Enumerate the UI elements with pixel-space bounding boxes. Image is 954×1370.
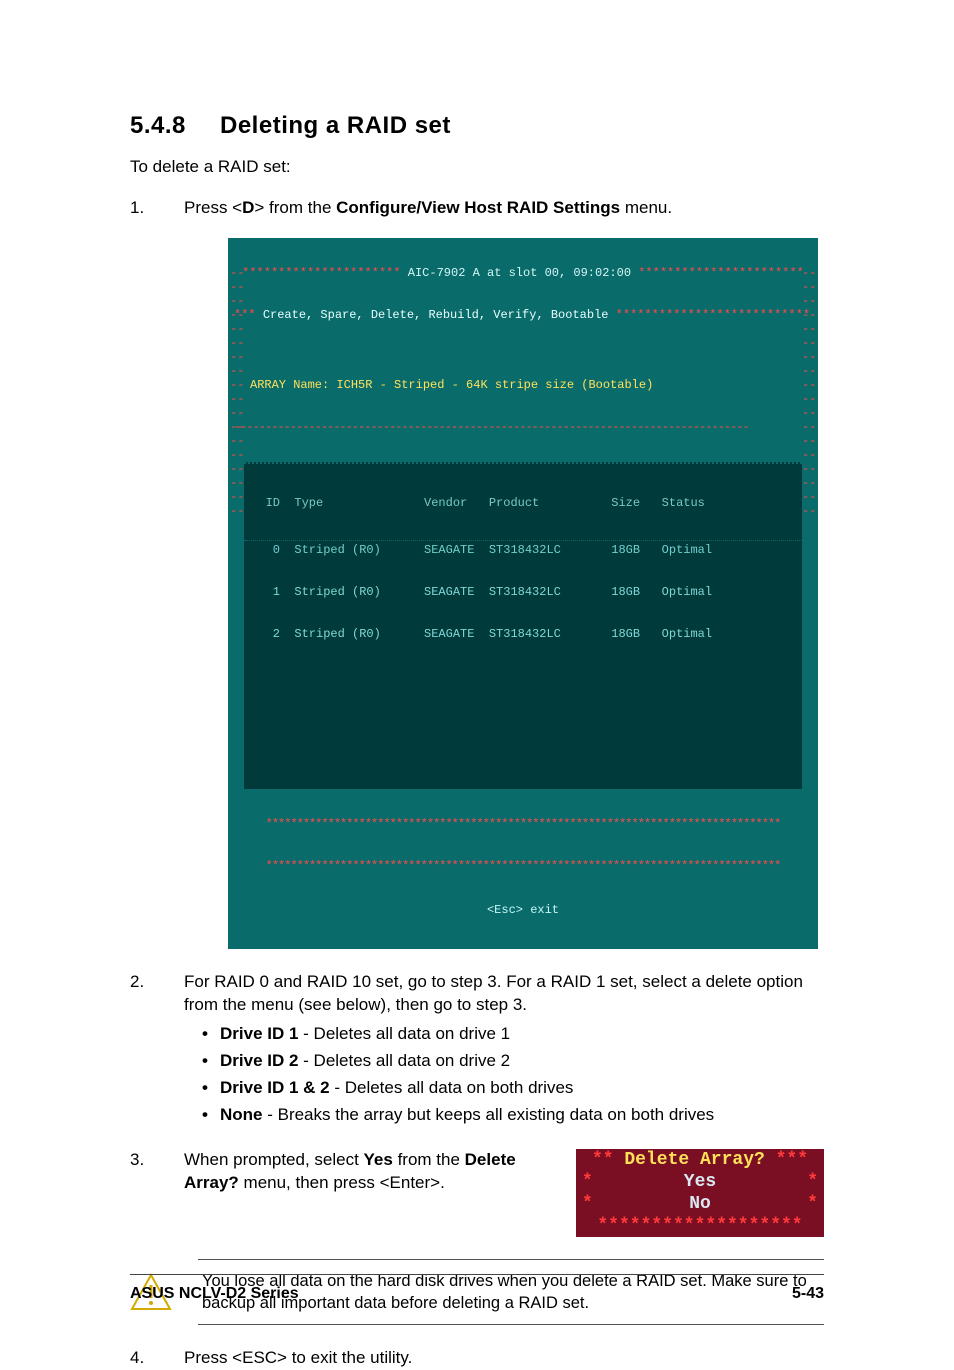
prompt-no[interactable]: No [689, 1193, 711, 1215]
step2-text: For RAID 0 and RAID 10 set, go to step 3… [184, 972, 803, 1014]
term-menu-items: Create, Spare, Delete, Rebuild, Verify, … [263, 308, 609, 322]
term-right-border: ------------------------------------ [802, 266, 816, 919]
bios-terminal: ********************** AIC-7902 A at slo… [228, 238, 818, 949]
opt-label: Drive ID 1 & 2 [220, 1078, 330, 1097]
step3-pre: When prompted, select [184, 1150, 364, 1169]
opt-desc: - Deletes all data on both drives [330, 1078, 574, 1097]
step-2: For RAID 0 and RAID 10 set, go to step 3… [130, 971, 824, 1127]
opt-desc: - Breaks the array but keeps all existin… [263, 1105, 715, 1124]
section-title: Deleting a RAID set [220, 112, 451, 139]
list-item: Drive ID 1 & 2 - Deletes all data on bot… [202, 1077, 824, 1100]
prompt-yes[interactable]: Yes [684, 1171, 716, 1193]
table-row: 0 Striped (R0) SEAGATE ST318432LC 18GB O… [244, 540, 802, 557]
step-3: When prompted, select Yes from the Delet… [130, 1149, 824, 1237]
step4-text: Press <ESC> to exit the utility. [184, 1348, 412, 1367]
list-item: Drive ID 2 - Deletes all data on drive 2 [202, 1050, 824, 1073]
step1-suffix: menu. [620, 198, 672, 217]
opt-label: None [220, 1105, 263, 1124]
step3-post: menu, then press <Enter>. [239, 1173, 445, 1192]
step1-menu: Configure/View Host RAID Settings [336, 198, 620, 217]
table-row: 1 Striped (R0) SEAGATE ST318432LC 18GB O… [244, 585, 802, 599]
step3-mid: from the [393, 1150, 465, 1169]
term-menu-post [608, 308, 615, 322]
term-left-border: ------------------------------------ [230, 266, 244, 919]
step1-mid: > from the [254, 198, 336, 217]
footer-series: ASUS NCLV-D2 Series [130, 1283, 299, 1305]
term-body: ID Type Vendor Product Size Status 0 Str… [244, 462, 802, 789]
page-footer: ASUS NCLV-D2 Series 5-43 [130, 1274, 824, 1305]
term-sep: ****************************************… [228, 859, 818, 873]
opt-desc: - Deletes all data on drive 2 [298, 1051, 510, 1070]
opt-label: Drive ID 2 [220, 1051, 298, 1070]
step3-yes: Yes [364, 1150, 393, 1169]
opt-label: Drive ID 1 [220, 1024, 298, 1043]
term-array-line: ARRAY Name: ICH5R - Striped - 64K stripe… [250, 378, 653, 392]
step1-key: D [242, 198, 254, 217]
step1-prefix: Press < [184, 198, 242, 217]
section-heading: 5.4.8Deleting a RAID set [130, 110, 824, 142]
delete-array-prompt: ** Delete Array? *** *Yes* *No* ********… [576, 1149, 824, 1237]
term-footer: <Esc> exit [228, 901, 818, 921]
term-title: AIC-7902 A at slot 00, 09:02:00 [401, 266, 639, 280]
term-sep: ****************************************… [228, 817, 818, 831]
term-header: ID Type Vendor Product Size Status [244, 496, 802, 510]
footer-page: 5-43 [792, 1283, 824, 1305]
intro-text: To delete a RAID set: [130, 156, 824, 179]
section-number: 5.4.8 [130, 110, 220, 142]
prompt-title: Delete Array? [624, 1150, 764, 1170]
table-row: 2 Striped (R0) SEAGATE ST318432LC 18GB O… [244, 627, 802, 641]
step-1: Press <D> from the Configure/View Host R… [130, 197, 824, 949]
list-item: None - Breaks the array but keeps all ex… [202, 1104, 824, 1127]
opt-desc: - Deletes all data on drive 1 [298, 1024, 510, 1043]
list-item: Drive ID 1 - Deletes all data on drive 1 [202, 1023, 824, 1046]
